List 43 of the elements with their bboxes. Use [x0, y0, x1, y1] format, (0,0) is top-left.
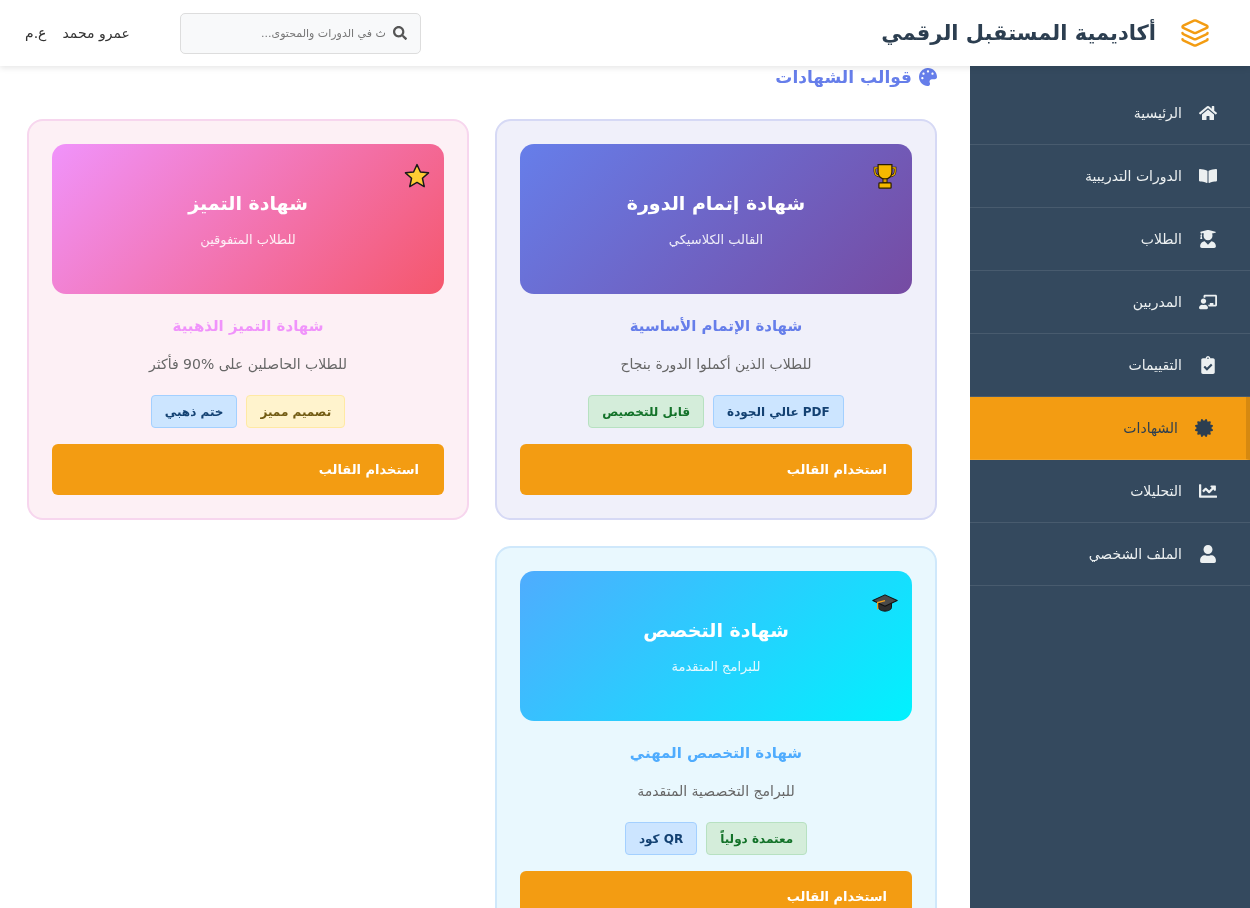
search-icon	[392, 26, 407, 40]
sidebar-item[interactable]: الشهادات	[970, 397, 1250, 460]
section-title: قوالب الشهادات	[775, 67, 912, 87]
feature-tag: تصميم مميز	[246, 395, 346, 428]
palette-icon	[919, 68, 937, 86]
star-icon	[404, 163, 430, 189]
graduate-icon	[1199, 230, 1217, 248]
template-description: للبرامج التخصصية المتقدمة	[636, 782, 796, 802]
sidebar-item[interactable]: التحليلات	[970, 460, 1250, 523]
preview-subtitle: للبرامج المتقدمة	[671, 657, 761, 676]
search-field[interactable]: ث في الدورات والمحتوى...	[179, 12, 421, 54]
seal-icon	[1195, 419, 1213, 437]
chart-icon	[1199, 482, 1217, 500]
preview-subtitle: للطلاب المتفوقين	[200, 230, 296, 250]
template-name: شهادة التخصص المهني	[628, 743, 804, 764]
preview-title: شهادة التميز	[188, 190, 308, 217]
sidebar-item[interactable]: الملف الشخصي	[970, 523, 1250, 586]
preview-title: شهادة إتمام الدورة	[626, 190, 806, 217]
user-name: عمرو محمد	[62, 25, 130, 41]
feature-tag: ختم ذهبي	[150, 395, 238, 428]
user-icon	[1199, 545, 1217, 563]
trophy-icon	[872, 163, 898, 189]
book-icon	[1199, 167, 1217, 185]
home-icon	[1199, 104, 1217, 122]
template-name: شهادة التميز الذهبية	[171, 316, 325, 337]
layers-icon	[1180, 18, 1210, 48]
teacher-icon	[1199, 293, 1217, 311]
sidebar-item[interactable]: الرئيسية	[970, 82, 1250, 145]
sidebar-item[interactable]: المدربين	[970, 271, 1250, 334]
feature-tag: معتمدة دولياً	[706, 822, 808, 855]
template-description: للطلاب الحاصلين على %90 فأكثر	[147, 353, 348, 375]
sidebar-item[interactable]: الطلاب	[970, 208, 1250, 271]
sidebar-item[interactable]: الدورات التدريبية	[970, 145, 1250, 208]
feature-tag: قابل للتخصيص	[588, 395, 705, 428]
template-description: للطلاب الذين أكملوا الدورة بنجاح	[619, 354, 813, 375]
feature-tag: QR كود	[624, 822, 698, 855]
preview-title: شهادة التخصص	[643, 617, 789, 644]
brand-title: أكاديمية المستقبل الرقمي	[881, 21, 1156, 45]
feature-tag: PDF عالي الجودة	[713, 395, 844, 428]
preview-subtitle: القالب الكلاسيكي	[668, 230, 764, 249]
clipboard-check-icon	[1199, 356, 1217, 374]
user-initials: ع.م	[25, 25, 47, 41]
template-name: شهادة الإتمام الأساسية	[628, 316, 804, 337]
